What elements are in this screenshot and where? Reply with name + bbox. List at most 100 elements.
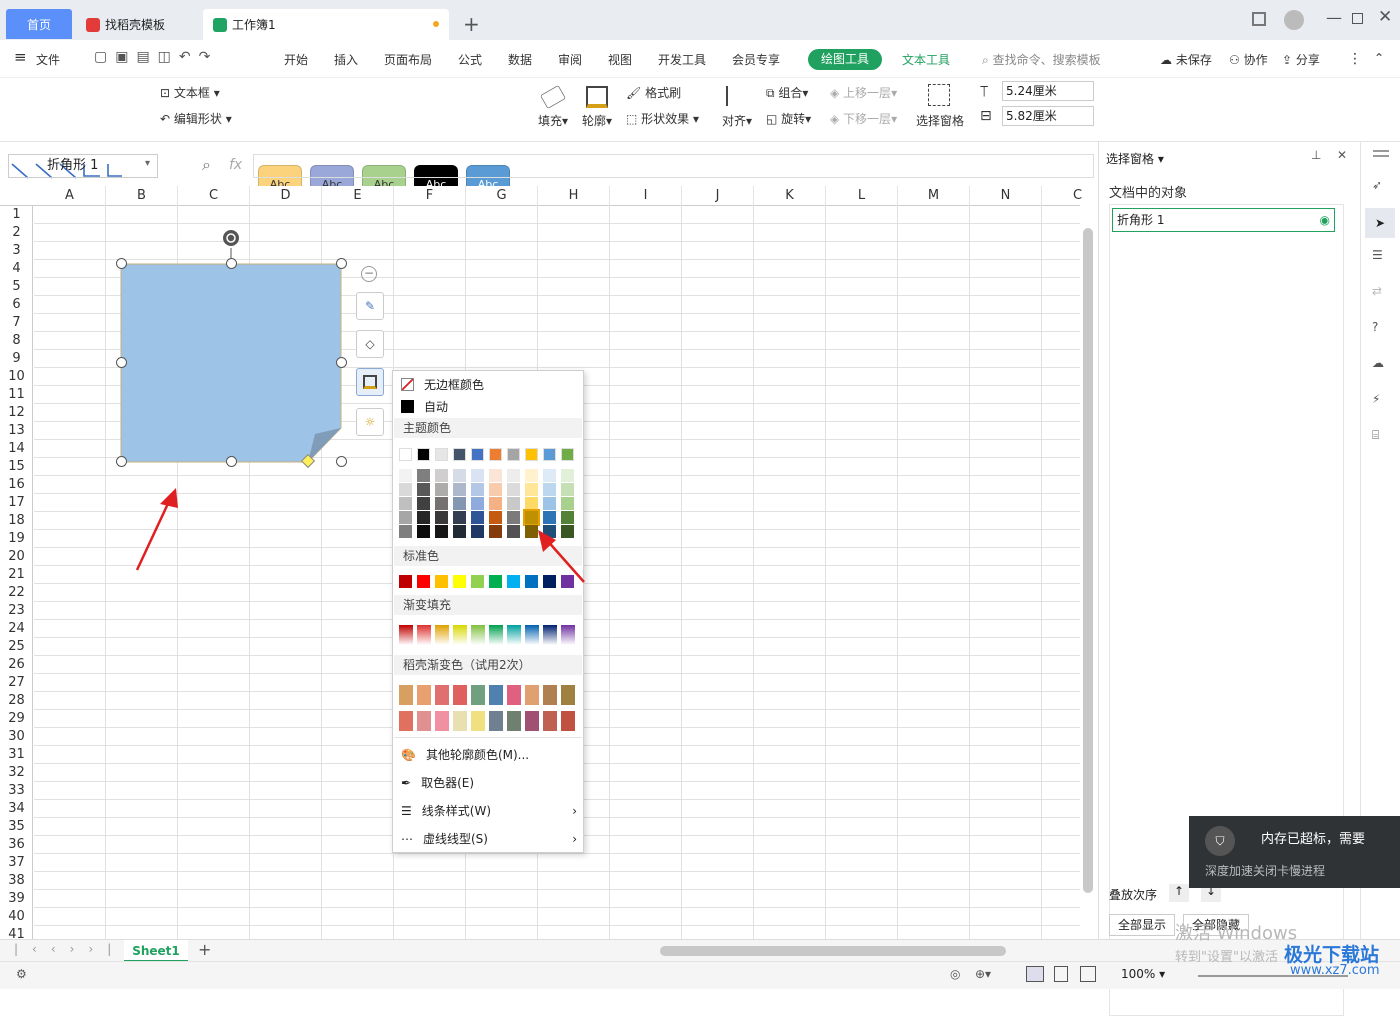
cloud-save-icon[interactable]: ☁ bbox=[1372, 356, 1384, 370]
daoke-gradient-swatch[interactable] bbox=[399, 685, 413, 705]
row-header-cell[interactable]: 3 bbox=[0, 242, 33, 260]
theme-shade-swatch[interactable] bbox=[417, 483, 430, 496]
daoke-gradient-swatch[interactable] bbox=[507, 685, 521, 705]
collapse-ribbon-icon[interactable]: ⌃ bbox=[1374, 51, 1384, 65]
theme-shade-swatch[interactable] bbox=[453, 483, 466, 496]
daoke-gradient-swatch[interactable] bbox=[417, 711, 431, 731]
selection-pane-button[interactable]: 选择窗格 bbox=[916, 112, 964, 129]
theme-color-swatch[interactable] bbox=[507, 448, 520, 461]
column-header-cell[interactable]: N bbox=[970, 186, 1042, 206]
format-brush-button[interactable]: 🖌 格式刷 bbox=[626, 84, 681, 101]
outline-button[interactable]: 轮廓▾ bbox=[582, 112, 612, 129]
standard-color-swatch[interactable] bbox=[471, 575, 484, 588]
theme-shade-swatch[interactable] bbox=[507, 497, 520, 510]
row-header-cell[interactable]: 11 bbox=[0, 386, 33, 404]
dash-style-item[interactable]: ⋯ 虚线线型(S) › bbox=[401, 830, 577, 847]
row-header-cell[interactable]: 28 bbox=[0, 692, 33, 710]
menu-dev[interactable]: 开发工具 bbox=[658, 51, 706, 68]
gradient-swatch[interactable] bbox=[435, 625, 449, 645]
row-header-cell[interactable]: 19 bbox=[0, 530, 33, 548]
eyedropper-item[interactable]: ✒ 取色器(E) bbox=[401, 774, 474, 791]
column-header-cell[interactable]: H bbox=[538, 186, 610, 206]
menu-member[interactable]: 会员专享 bbox=[732, 51, 780, 68]
zoom-search-icon[interactable]: ⌕ bbox=[202, 155, 211, 175]
more-outline-colors-item[interactable]: 🎨 其他轮廓颜色(M)... bbox=[401, 746, 529, 763]
tab-text-tools[interactable]: 文本工具 bbox=[902, 51, 950, 68]
resize-handle[interactable] bbox=[116, 258, 127, 269]
select-arrow-icon[interactable]: ➤ bbox=[1365, 208, 1395, 238]
sheet-tab[interactable]: Sheet1 bbox=[124, 940, 188, 962]
pane-title[interactable]: 选择窗格 ▾ bbox=[1106, 150, 1164, 167]
daoke-gradient-swatch[interactable] bbox=[435, 711, 449, 731]
avatar[interactable] bbox=[1284, 10, 1304, 30]
auto-color-item[interactable]: 自动 bbox=[401, 398, 448, 415]
menu-insert[interactable]: 插入 bbox=[334, 51, 358, 68]
row-header-cell[interactable]: 25 bbox=[0, 638, 33, 656]
row-header-cell[interactable]: 27 bbox=[0, 674, 33, 692]
row-header-cell[interactable]: 34 bbox=[0, 800, 33, 818]
theme-shade-swatch[interactable] bbox=[561, 469, 574, 482]
row-header-cell[interactable]: 2 bbox=[0, 224, 33, 242]
gradient-swatch[interactable] bbox=[399, 625, 413, 645]
theme-shade-swatch[interactable] bbox=[417, 525, 430, 538]
theme-shade-swatch[interactable] bbox=[489, 525, 502, 538]
column-header-cell[interactable]: K bbox=[754, 186, 826, 206]
daoke-gradient-swatch[interactable] bbox=[453, 711, 467, 731]
column-header-cell[interactable]: I bbox=[610, 186, 682, 206]
standard-color-swatch[interactable] bbox=[525, 575, 538, 588]
resize-handle[interactable] bbox=[336, 456, 347, 467]
column-header-cell[interactable]: M bbox=[898, 186, 970, 206]
pin-icon[interactable]: ⊥ bbox=[1311, 148, 1321, 162]
standard-color-swatch[interactable] bbox=[399, 575, 412, 588]
share-button[interactable]: ⇪ 分享 bbox=[1282, 51, 1320, 68]
theme-shade-swatch[interactable] bbox=[471, 525, 484, 538]
column-header-cell[interactable]: G bbox=[466, 186, 538, 206]
theme-color-swatch[interactable] bbox=[453, 448, 466, 461]
theme-shade-swatch[interactable] bbox=[417, 469, 430, 482]
theme-shade-swatch[interactable] bbox=[453, 469, 466, 482]
standard-color-swatch[interactable] bbox=[417, 575, 430, 588]
row-header-cell[interactable]: 31 bbox=[0, 746, 33, 764]
memory-toast[interactable]: ⛉ 内存已超标，需要 深度加速关闭卡慢进程 bbox=[1189, 816, 1400, 888]
row-header-cell[interactable]: 10 bbox=[0, 368, 33, 386]
tab-template[interactable]: 找稻壳模板 bbox=[78, 9, 200, 40]
theme-shade-swatch[interactable] bbox=[471, 511, 484, 524]
theme-shade-swatch[interactable] bbox=[523, 509, 540, 526]
row-header-cell[interactable]: 37 bbox=[0, 854, 33, 872]
help-icon[interactable]: ? bbox=[1372, 320, 1378, 334]
theme-shade-swatch[interactable] bbox=[525, 483, 538, 496]
row-header-cell[interactable]: 35 bbox=[0, 818, 33, 836]
row-header-cell[interactable]: 8 bbox=[0, 332, 33, 350]
gradient-swatch[interactable] bbox=[525, 625, 539, 645]
daoke-gradient-swatch[interactable] bbox=[417, 685, 431, 705]
row-header-cell[interactable]: 1 bbox=[0, 206, 33, 224]
row-header-cell[interactable]: 21 bbox=[0, 566, 33, 584]
theme-color-swatch[interactable] bbox=[543, 448, 556, 461]
theme-shade-swatch[interactable] bbox=[507, 525, 520, 538]
line-style-item[interactable]: ☰ 线条样式(W) › bbox=[401, 802, 577, 819]
row-header-cell[interactable]: 40 bbox=[0, 908, 33, 926]
vertical-scrollbar[interactable] bbox=[1083, 228, 1093, 893]
daoke-gradient-swatch[interactable] bbox=[489, 685, 503, 705]
no-border-color-item[interactable]: 无边框颜色 bbox=[401, 376, 484, 393]
theme-shade-swatch[interactable] bbox=[561, 525, 574, 538]
gradient-swatch[interactable] bbox=[507, 625, 521, 645]
resize-handle[interactable] bbox=[336, 357, 347, 368]
theme-shade-swatch[interactable] bbox=[543, 469, 556, 482]
theme-shade-swatch[interactable] bbox=[435, 497, 448, 510]
resize-handle[interactable] bbox=[336, 258, 347, 269]
daoke-gradient-swatch[interactable] bbox=[453, 685, 467, 705]
collapse-minitoolbar-icon[interactable]: − bbox=[361, 266, 377, 282]
theme-shade-swatch[interactable] bbox=[543, 511, 556, 524]
daoke-gradient-swatch[interactable] bbox=[561, 685, 575, 705]
collab-button[interactable]: ⚇ 协作 bbox=[1229, 51, 1268, 68]
theme-shade-swatch[interactable] bbox=[417, 511, 430, 524]
theme-color-swatch[interactable] bbox=[471, 448, 484, 461]
row-header-cell[interactable]: 16 bbox=[0, 476, 33, 494]
theme-shade-swatch[interactable] bbox=[525, 525, 538, 538]
menu-layout[interactable]: 页面布局 bbox=[384, 51, 432, 68]
theme-color-swatch[interactable] bbox=[489, 448, 502, 461]
textbox-button[interactable]: ⊡ 文本框 ▾ bbox=[160, 84, 220, 101]
standard-color-swatch[interactable] bbox=[543, 575, 556, 588]
minimize-icon[interactable]: — bbox=[1326, 8, 1342, 27]
